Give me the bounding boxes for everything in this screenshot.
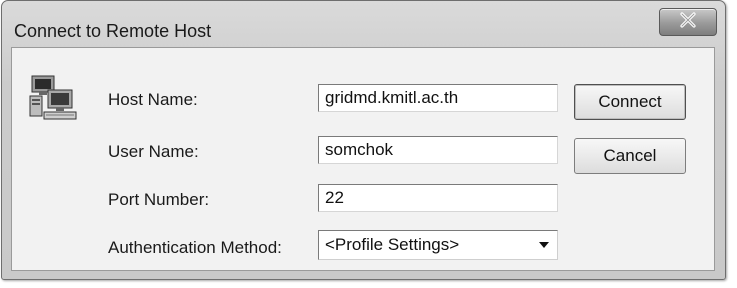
connect-dialog: Connect to Remote Host Host Name: gridmd… (1, 0, 726, 280)
user-name-label: User Name: (108, 142, 199, 161)
user-name-input[interactable] (318, 136, 558, 164)
authentication-method-select[interactable]: <Profile Settings> (318, 230, 558, 260)
port-number-input[interactable] (318, 184, 558, 212)
connect-button[interactable]: Connect (574, 84, 686, 120)
network-computers-icon (28, 74, 78, 124)
cancel-button[interactable]: Cancel (574, 138, 686, 174)
authentication-method-value: <Profile Settings> (325, 235, 460, 254)
title-bar[interactable]: Connect to Remote Host (2, 1, 725, 45)
dropdown-arrow-icon[interactable] (533, 233, 555, 257)
port-number-label: Port Number: (108, 190, 210, 209)
dialog-body: Host Name: User Name: Port Number: Authe… (11, 47, 715, 271)
host-name-label: Host Name: (108, 90, 198, 109)
host-name-input[interactable] (318, 84, 558, 112)
close-x-icon (678, 11, 698, 33)
dialog-title: Connect to Remote Host (14, 21, 212, 41)
close-button[interactable] (659, 8, 717, 36)
authentication-method-label: Authentication Method: (108, 238, 282, 257)
